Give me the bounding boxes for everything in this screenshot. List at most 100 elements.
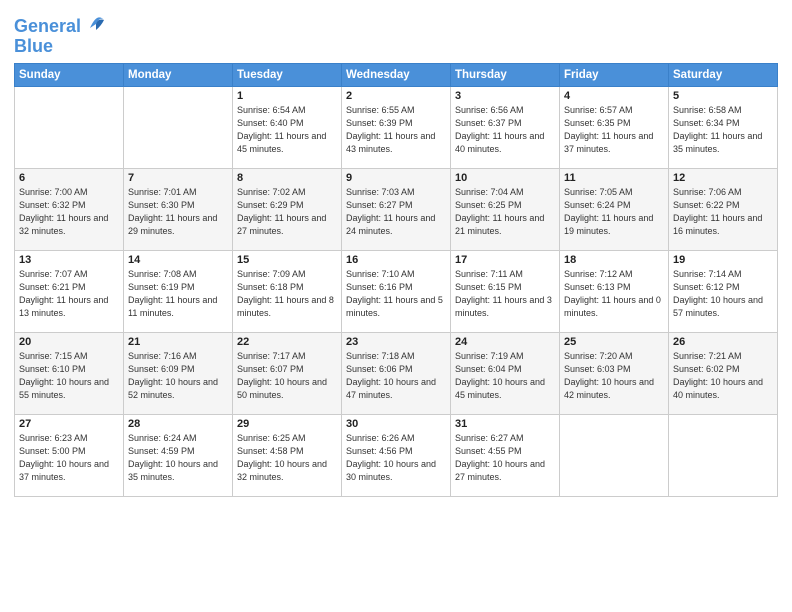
day-info: Sunrise: 7:18 AM Sunset: 6:06 PM Dayligh… bbox=[346, 350, 446, 402]
day-number: 14 bbox=[128, 254, 228, 266]
calendar-cell: 31 Sunrise: 6:27 AM Sunset: 4:55 PM Dayli… bbox=[451, 414, 560, 496]
day-info: Sunrise: 7:10 AM Sunset: 6:16 PM Dayligh… bbox=[346, 268, 446, 320]
day-number: 4 bbox=[564, 90, 664, 102]
logo-text: General bbox=[14, 14, 106, 37]
day-info: Sunrise: 7:19 AM Sunset: 6:04 PM Dayligh… bbox=[455, 350, 555, 402]
calendar-cell: 10 Sunrise: 7:04 AM Sunset: 6:25 PM Dayli… bbox=[451, 168, 560, 250]
calendar-cell: 6 Sunrise: 7:00 AM Sunset: 6:32 PM Daylig… bbox=[15, 168, 124, 250]
day-number: 15 bbox=[237, 254, 337, 266]
calendar-cell: 18 Sunrise: 7:12 AM Sunset: 6:13 PM Dayli… bbox=[560, 250, 669, 332]
weekday-header-sunday: Sunday bbox=[15, 63, 124, 86]
calendar-cell: 5 Sunrise: 6:58 AM Sunset: 6:34 PM Daylig… bbox=[669, 86, 778, 168]
day-number: 16 bbox=[346, 254, 446, 266]
calendar-table: SundayMondayTuesdayWednesdayThursdayFrid… bbox=[14, 63, 778, 497]
logo-icon bbox=[88, 10, 106, 32]
day-number: 6 bbox=[19, 172, 119, 184]
calendar-cell: 26 Sunrise: 7:21 AM Sunset: 6:02 PM Dayli… bbox=[669, 332, 778, 414]
day-info: Sunrise: 7:02 AM Sunset: 6:29 PM Dayligh… bbox=[237, 186, 337, 238]
header: General Blue bbox=[14, 10, 778, 57]
weekday-header-thursday: Thursday bbox=[451, 63, 560, 86]
day-info: Sunrise: 6:26 AM Sunset: 4:56 PM Dayligh… bbox=[346, 432, 446, 484]
day-info: Sunrise: 7:12 AM Sunset: 6:13 PM Dayligh… bbox=[564, 268, 664, 320]
calendar-cell: 29Sunrise: 6:25 AM Sunset: 4:58 PM Dayli… bbox=[233, 414, 342, 496]
weekday-header-wednesday: Wednesday bbox=[342, 63, 451, 86]
day-info: Sunrise: 7:15 AM Sunset: 6:10 PM Dayligh… bbox=[19, 350, 119, 402]
day-number: 27 bbox=[19, 418, 119, 430]
day-info: Sunrise: 7:01 AM Sunset: 6:30 PM Dayligh… bbox=[128, 186, 228, 238]
calendar-cell: 15 Sunrise: 7:09 AM Sunset: 6:18 PM Dayli… bbox=[233, 250, 342, 332]
day-info: Sunrise: 7:16 AM Sunset: 6:09 PM Dayligh… bbox=[128, 350, 228, 402]
day-info: Sunrise: 6:58 AM Sunset: 6:34 PM Dayligh… bbox=[673, 104, 773, 156]
day-info: Sunrise: 7:05 AM Sunset: 6:24 PM Dayligh… bbox=[564, 186, 664, 238]
day-number: 3 bbox=[455, 90, 555, 102]
calendar-cell: 23 Sunrise: 7:18 AM Sunset: 6:06 PM Dayli… bbox=[342, 332, 451, 414]
main-container: General Blue SundayMondayTuesdayWednesda… bbox=[0, 0, 792, 612]
calendar-week-1: 1Sunrise: 6:54 AM Sunset: 6:40 PM Daylig… bbox=[15, 86, 778, 168]
calendar-cell: 4 Sunrise: 6:57 AM Sunset: 6:35 PM Daylig… bbox=[560, 86, 669, 168]
logo-blue-text: Blue bbox=[14, 37, 106, 57]
calendar-cell: 28 Sunrise: 6:24 AM Sunset: 4:59 PM Dayli… bbox=[124, 414, 233, 496]
day-info: Sunrise: 6:57 AM Sunset: 6:35 PM Dayligh… bbox=[564, 104, 664, 156]
calendar-cell: 24 Sunrise: 7:19 AM Sunset: 6:04 PM Dayli… bbox=[451, 332, 560, 414]
day-number: 10 bbox=[455, 172, 555, 184]
day-number: 24 bbox=[455, 336, 555, 348]
day-number: 11 bbox=[564, 172, 664, 184]
calendar-cell: 27 Sunrise: 6:23 AM Sunset: 5:00 PM Dayli… bbox=[15, 414, 124, 496]
day-info: Sunrise: 7:03 AM Sunset: 6:27 PM Dayligh… bbox=[346, 186, 446, 238]
day-info: Sunrise: 6:23 AM Sunset: 5:00 PM Dayligh… bbox=[19, 432, 119, 484]
day-info: Sunrise: 7:04 AM Sunset: 6:25 PM Dayligh… bbox=[455, 186, 555, 238]
day-number: 23 bbox=[346, 336, 446, 348]
day-number: 17 bbox=[455, 254, 555, 266]
day-number: 7 bbox=[128, 172, 228, 184]
day-info: Sunrise: 7:17 AM Sunset: 6:07 PM Dayligh… bbox=[237, 350, 337, 402]
day-info: Sunrise: 7:06 AM Sunset: 6:22 PM Dayligh… bbox=[673, 186, 773, 238]
calendar-cell bbox=[124, 86, 233, 168]
calendar-cell: 19 Sunrise: 7:14 AM Sunset: 6:12 PM Dayli… bbox=[669, 250, 778, 332]
day-number: 28 bbox=[128, 418, 228, 430]
calendar-week-5: 27 Sunrise: 6:23 AM Sunset: 5:00 PM Dayli… bbox=[15, 414, 778, 496]
calendar-cell: 30 Sunrise: 6:26 AM Sunset: 4:56 PM Dayli… bbox=[342, 414, 451, 496]
logo: General Blue bbox=[14, 14, 106, 57]
day-number: 25 bbox=[564, 336, 664, 348]
day-number: 30 bbox=[346, 418, 446, 430]
day-number: 8 bbox=[237, 172, 337, 184]
calendar-cell: 13 Sunrise: 7:07 AM Sunset: 6:21 PM Dayli… bbox=[15, 250, 124, 332]
day-number: 9 bbox=[346, 172, 446, 184]
calendar-cell: 9 Sunrise: 7:03 AM Sunset: 6:27 PM Daylig… bbox=[342, 168, 451, 250]
weekday-header-monday: Monday bbox=[124, 63, 233, 86]
day-number: 1 bbox=[237, 90, 337, 102]
day-number: 5 bbox=[673, 90, 773, 102]
day-number: 31 bbox=[455, 418, 555, 430]
calendar-cell: 3Sunrise: 6:56 AM Sunset: 6:37 PM Daylig… bbox=[451, 86, 560, 168]
calendar-cell: 22 Sunrise: 7:17 AM Sunset: 6:07 PM Dayli… bbox=[233, 332, 342, 414]
day-info: Sunrise: 7:08 AM Sunset: 6:19 PM Dayligh… bbox=[128, 268, 228, 320]
calendar-cell: 12 Sunrise: 7:06 AM Sunset: 6:22 PM Dayli… bbox=[669, 168, 778, 250]
day-info: Sunrise: 6:25 AM Sunset: 4:58 PM Dayligh… bbox=[237, 432, 337, 484]
weekday-header-friday: Friday bbox=[560, 63, 669, 86]
day-number: 12 bbox=[673, 172, 773, 184]
day-number: 18 bbox=[564, 254, 664, 266]
calendar-cell: 1Sunrise: 6:54 AM Sunset: 6:40 PM Daylig… bbox=[233, 86, 342, 168]
calendar-cell: 17 Sunrise: 7:11 AM Sunset: 6:15 PM Dayli… bbox=[451, 250, 560, 332]
day-info: Sunrise: 7:11 AM Sunset: 6:15 PM Dayligh… bbox=[455, 268, 555, 320]
calendar-cell: 8 Sunrise: 7:02 AM Sunset: 6:29 PM Daylig… bbox=[233, 168, 342, 250]
day-number: 19 bbox=[673, 254, 773, 266]
day-number: 22 bbox=[237, 336, 337, 348]
day-number: 13 bbox=[19, 254, 119, 266]
day-info: Sunrise: 7:07 AM Sunset: 6:21 PM Dayligh… bbox=[19, 268, 119, 320]
day-number: 20 bbox=[19, 336, 119, 348]
calendar-cell: 11 Sunrise: 7:05 AM Sunset: 6:24 PM Dayli… bbox=[560, 168, 669, 250]
day-info: Sunrise: 6:24 AM Sunset: 4:59 PM Dayligh… bbox=[128, 432, 228, 484]
day-info: Sunrise: 7:00 AM Sunset: 6:32 PM Dayligh… bbox=[19, 186, 119, 238]
weekday-header-saturday: Saturday bbox=[669, 63, 778, 86]
calendar-cell: 2Sunrise: 6:55 AM Sunset: 6:39 PM Daylig… bbox=[342, 86, 451, 168]
calendar-cell: 20 Sunrise: 7:15 AM Sunset: 6:10 PM Dayli… bbox=[15, 332, 124, 414]
day-info: Sunrise: 7:14 AM Sunset: 6:12 PM Dayligh… bbox=[673, 268, 773, 320]
day-info: Sunrise: 6:27 AM Sunset: 4:55 PM Dayligh… bbox=[455, 432, 555, 484]
day-info: Sunrise: 7:21 AM Sunset: 6:02 PM Dayligh… bbox=[673, 350, 773, 402]
calendar-week-2: 6 Sunrise: 7:00 AM Sunset: 6:32 PM Daylig… bbox=[15, 168, 778, 250]
day-number: 26 bbox=[673, 336, 773, 348]
calendar-week-3: 13 Sunrise: 7:07 AM Sunset: 6:21 PM Dayli… bbox=[15, 250, 778, 332]
calendar-cell: 7 Sunrise: 7:01 AM Sunset: 6:30 PM Daylig… bbox=[124, 168, 233, 250]
day-info: Sunrise: 7:09 AM Sunset: 6:18 PM Dayligh… bbox=[237, 268, 337, 320]
